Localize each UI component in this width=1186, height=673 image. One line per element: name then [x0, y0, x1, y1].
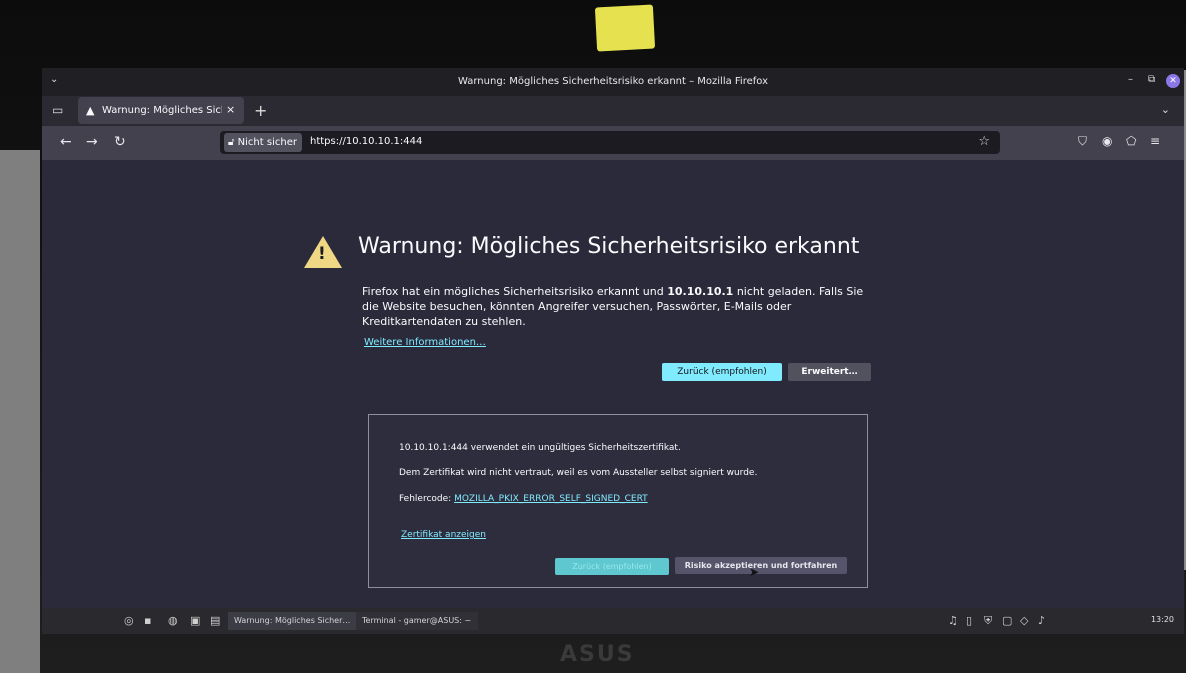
shield-icon[interactable]: ⛨ [984, 614, 992, 628]
new-tab-button[interactable]: + [254, 101, 267, 120]
background-wall-left [0, 150, 40, 673]
menu-icon[interactable]: ≡ [1150, 134, 1160, 148]
show-desktop-icon[interactable]: ▪ [144, 614, 151, 627]
advanced-panel: 10.10.10.1:444 verwendet ein ungültiges … [368, 414, 868, 588]
notifications-icon[interactable]: ♫ [948, 614, 958, 627]
network-icon[interactable]: ◇ [1020, 614, 1028, 627]
back-button[interactable]: ← [60, 134, 72, 150]
cert-invalid-text: 10.10.10.1:444 verwendet ein ungültiges … [399, 443, 681, 453]
tab-active[interactable]: ▲ Warnung: Mögliches Sicherheitsrisiko e… [78, 97, 244, 124]
mouse-cursor-icon: ➤ [749, 565, 760, 579]
clipboard-icon[interactable]: ▯ [966, 614, 972, 627]
go-back-button[interactable]: Zurück (empfohlen) [662, 363, 782, 381]
restore-button[interactable]: ⧉ [1148, 74, 1155, 85]
error-page: ! Warnung: Mögliches Sicherheitsrisiko e… [42, 160, 1184, 608]
taskbar: ◎ ▪ ◍ ▣ ▤ Warnung: Mögliches Sicher… Ter… [42, 608, 1184, 634]
error-code-line: Fehlercode: MOZILLA_PKIX_ERROR_SELF_SIGN… [399, 494, 648, 504]
window-title: Warnung: Mögliches Sicherheitsrisiko erk… [458, 76, 768, 87]
warning-icon: ▲ [86, 104, 95, 117]
extensions-icon[interactable]: ⬠ [1126, 134, 1136, 148]
volume-icon[interactable]: ♪ [1038, 614, 1045, 627]
minimize-button[interactable]: – [1128, 74, 1133, 85]
close-window-button[interactable]: ✕ [1166, 74, 1180, 88]
self-signed-text: Dem Zertifikat wird nicht vertraut, weil… [399, 468, 758, 478]
account-icon[interactable]: ◉ [1102, 134, 1112, 148]
advanced-button[interactable]: Erweitert… [788, 363, 871, 381]
lock-warning-icon: 🔓︎ [228, 137, 235, 148]
warning-exclamation-icon: ! [318, 244, 326, 264]
laptop-logo: ASUS [560, 642, 635, 667]
tab-close-icon[interactable]: × [226, 103, 235, 116]
reload-button[interactable]: ↻ [114, 134, 126, 150]
tab-overview-icon[interactable]: ▭ [52, 103, 68, 117]
clock[interactable]: 13:20 [1151, 615, 1174, 624]
go-back-button-secondary[interactable]: Zurück (empfohlen) [555, 558, 669, 575]
display-icon[interactable]: ▢ [1002, 614, 1012, 627]
task-terminal[interactable]: Terminal - gamer@ASUS: ~ [356, 612, 478, 630]
accept-risk-button[interactable]: Risiko akzeptieren und fortfahren [675, 557, 847, 574]
view-certificate-link[interactable]: Zertifikat anzeigen [401, 530, 486, 540]
page-title: Warnung: Mögliches Sicherheitsrisiko erk… [358, 234, 860, 259]
desc-part1: Firefox hat ein mögliches Sicherheitsris… [362, 285, 668, 298]
files-launcher-icon[interactable]: ▤ [210, 614, 220, 627]
security-indicator[interactable]: 🔓︎ Nicht sicher [224, 133, 302, 152]
sticky-note [594, 4, 656, 52]
firefox-launcher-icon[interactable]: ◍ [168, 614, 178, 627]
pocket-icon[interactable]: ⛉ [1078, 134, 1087, 149]
url-text[interactable]: https://10.10.10.1:444 [310, 136, 422, 147]
desc-host: 10.10.10.1 [667, 285, 734, 298]
navigation-bar: ← → ↻ 🔓︎ Nicht sicher https://10.10.10.1… [42, 126, 1184, 160]
start-menu-icon[interactable]: ◎ [124, 614, 134, 627]
error-description: Firefox hat ein mögliches Sicherheitsris… [362, 284, 872, 329]
learn-more-link[interactable]: Weitere Informationen… [364, 337, 486, 348]
bookmark-star-icon[interactable]: ☆ [978, 134, 990, 149]
error-code-link[interactable]: MOZILLA_PKIX_ERROR_SELF_SIGNED_CERT [454, 494, 648, 504]
task-firefox[interactable]: Warnung: Mögliches Sicher… [228, 612, 360, 630]
url-bar[interactable]: 🔓︎ Nicht sicher https://10.10.10.1:444 ☆ [220, 131, 1000, 154]
screen: ⌄ Warnung: Mögliches Sicherheitsrisiko e… [42, 68, 1184, 634]
tab-bar: ▭ ▲ Warnung: Mögliches Sicherheitsrisiko… [42, 96, 1184, 126]
terminal-launcher-icon[interactable]: ▣ [190, 614, 200, 627]
tab-list-button[interactable]: ⌄ [1161, 103, 1170, 116]
security-label: Nicht sicher [237, 137, 297, 148]
tab-label: Warnung: Mögliches Sicherheitsrisiko erk… [102, 105, 222, 116]
window-titlebar: ⌄ Warnung: Mögliches Sicherheitsrisiko e… [42, 68, 1184, 96]
error-code-label: Fehlercode: [399, 494, 455, 504]
forward-button[interactable]: → [86, 134, 98, 150]
